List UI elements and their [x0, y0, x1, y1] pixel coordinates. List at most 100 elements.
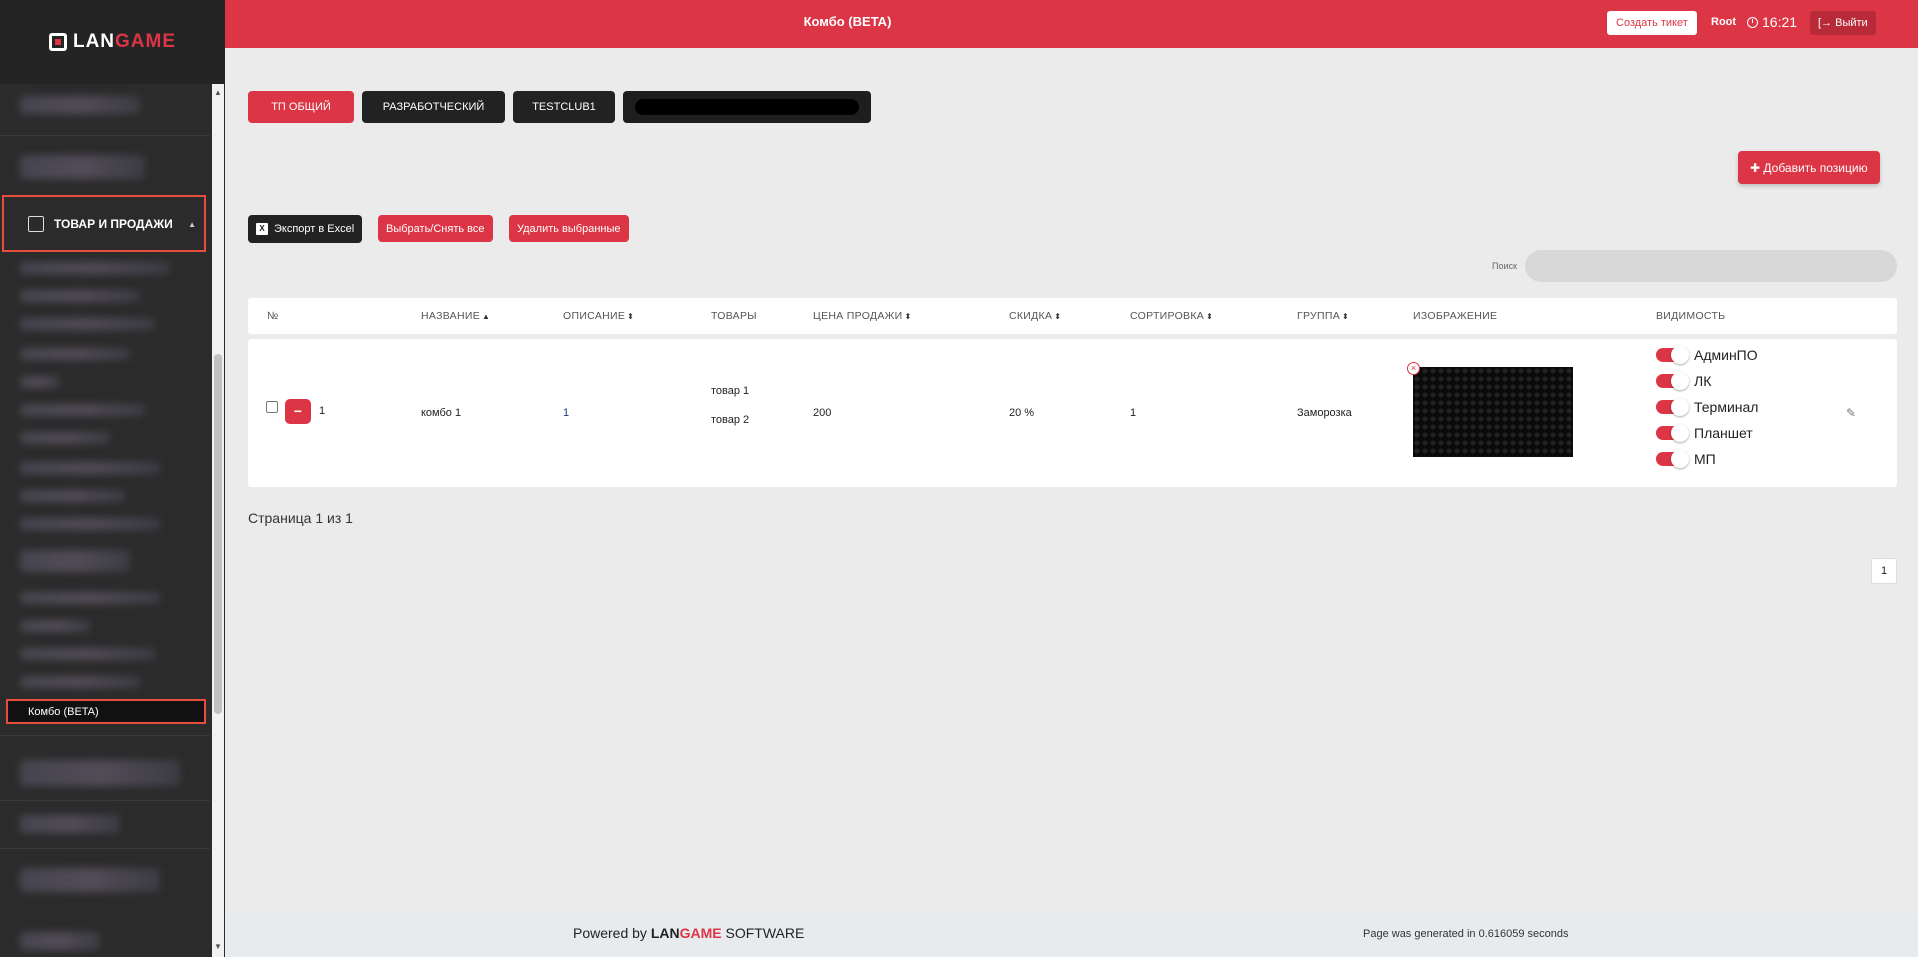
pagination-page-1[interactable]: 1 [1871, 558, 1897, 584]
row-group: Заморозка [1297, 407, 1352, 419]
excel-icon: X [256, 223, 268, 235]
column-name-label: НАЗВАНИЕ [421, 310, 481, 322]
select-all-button[interactable]: Выбрать/Снять все [378, 215, 493, 242]
logo-icon [48, 33, 67, 51]
visibility-toggle-terminal[interactable]: Терминал [1656, 398, 1759, 416]
edit-pencil-icon[interactable]: ✎ [1846, 406, 1856, 420]
footer-brand-game: GAME [679, 925, 722, 941]
row-product-1: товар 1 [711, 385, 750, 397]
footer-brand-lan: LAN [650, 925, 680, 941]
clock: 16:21 [1747, 14, 1797, 30]
visibility-toggle-lk[interactable]: ЛК [1656, 372, 1712, 390]
column-sort[interactable]: СОРТИРОВКА ⬍ [1130, 310, 1213, 322]
search-input[interactable] [1525, 250, 1897, 282]
visibility-label: Терминал [1694, 399, 1759, 415]
column-description[interactable]: ОПИСАНИЕ ⬍ [563, 310, 634, 322]
toggle-switch[interactable] [1656, 398, 1689, 416]
column-discount[interactable]: СКИДКА ⬍ [1009, 310, 1061, 322]
sidebar-item-blurred[interactable] [20, 932, 100, 950]
sort-icon: ⬍ [904, 312, 912, 321]
sidebar-item-blurred[interactable] [20, 155, 145, 179]
visibility-toggle-adminpo[interactable]: АдминПО [1656, 346, 1758, 364]
sidebar-item-blurred[interactable] [20, 96, 140, 114]
column-image: ИЗОБРАЖЕНИЕ [1413, 310, 1498, 322]
tab-developer[interactable]: РАЗРАБОТЧЕСКИЙ [362, 91, 505, 123]
visibility-toggle-tablet[interactable]: Планшет [1656, 424, 1753, 442]
export-excel-button[interactable]: X Экспорт в Excel [248, 215, 363, 243]
export-excel-label: Экспорт в Excel [274, 223, 355, 235]
toggle-switch[interactable] [1656, 424, 1689, 442]
sidebar-item-blurred[interactable] [20, 620, 90, 632]
sidebar-item-blurred[interactable] [20, 648, 155, 660]
toggle-switch[interactable] [1656, 450, 1689, 468]
remove-row-button[interactable]: − [285, 399, 311, 424]
row-product-2: товар 2 [711, 414, 750, 426]
column-name[interactable]: НАЗВАНИЕ ▲ [421, 310, 490, 322]
sidebar-item-blurred[interactable] [20, 290, 140, 302]
sidebar-item-blurred[interactable] [20, 462, 160, 474]
sidebar-item-blurred[interactable] [20, 490, 125, 502]
powered-by: Powered by LANGAME SOFTWARE [573, 925, 804, 941]
search-label: Поиск [1492, 261, 1517, 271]
toggle-switch[interactable] [1656, 372, 1689, 390]
sidebar-item-blurred[interactable] [20, 404, 145, 416]
sidebar-item-blurred[interactable] [20, 432, 110, 444]
sort-icon: ⬍ [1054, 312, 1062, 321]
visibility-label: Планшет [1694, 425, 1753, 441]
remove-image-icon[interactable]: × [1407, 362, 1420, 375]
row-number: 1 [319, 405, 326, 417]
footer-brand-software: SOFTWARE [725, 925, 805, 941]
scroll-down-icon[interactable]: ▼ [214, 942, 222, 951]
scroll-up-icon[interactable]: ▲ [214, 88, 222, 97]
sidebar-item-blurred[interactable] [20, 318, 155, 330]
visibility-toggle-mp[interactable]: МП [1656, 450, 1716, 468]
column-price-label: ЦЕНА ПРОДАЖИ [813, 310, 903, 322]
document-icon [28, 215, 44, 232]
sidebar-item-blurred[interactable] [20, 550, 130, 572]
column-sort-label: СОРТИРОВКА [1130, 310, 1205, 322]
visibility-label: ЛК [1694, 373, 1712, 389]
sidebar-item-combo[interactable]: Комбо (BETA) [6, 699, 206, 724]
column-visibility: ВИДИМОСТЬ [1656, 310, 1726, 322]
row-description: 1 [563, 407, 570, 419]
clock-icon [1747, 16, 1758, 28]
visibility-label: МП [1694, 451, 1716, 467]
sidebar-item-blurred[interactable] [20, 815, 120, 833]
sidebar-item-blurred[interactable] [20, 676, 140, 688]
sidebar-item-blurred[interactable] [20, 592, 160, 604]
combo-image [1413, 367, 1573, 457]
logout-button[interactable]: [→ Выйти [1810, 11, 1876, 35]
column-group[interactable]: ГРУППА ⬍ [1297, 310, 1349, 322]
sort-icon: ⬍ [627, 312, 635, 321]
app-logo[interactable]: LANGAME [0, 0, 225, 84]
column-discount-label: СКИДКА [1009, 310, 1053, 322]
caret-up-icon: ▲ [188, 220, 196, 229]
column-price[interactable]: ЦЕНА ПРОДАЖИ ⬍ [813, 310, 912, 322]
toggle-switch[interactable] [1656, 346, 1689, 364]
sidebar-item-blurred[interactable] [20, 760, 180, 786]
create-ticket-button[interactable]: Создать тикет [1607, 11, 1697, 35]
top-header: Комбо (BETA) Создать тикет Root 16:21 [→… [225, 0, 1918, 48]
sidebar-item-blurred[interactable] [20, 262, 170, 274]
sidebar-scrollbar[interactable]: ▲ ▼ [212, 84, 224, 957]
tab-testclub1[interactable]: TESTCLUB1 [513, 91, 615, 123]
sidebar-item-blurred[interactable] [20, 518, 160, 530]
column-products: ТОВАРЫ [711, 310, 757, 322]
tab-redacted[interactable] [623, 91, 871, 123]
sort-icon: ⬍ [1206, 312, 1214, 321]
sort-up-icon: ▲ [482, 312, 491, 321]
sidebar-item-blurred[interactable] [20, 376, 60, 388]
page-generated-time: Page was generated in 0.616059 seconds [1363, 928, 1569, 940]
tab-tp-general[interactable]: ТП ОБЩИЙ [248, 91, 354, 123]
delete-selected-button[interactable]: Удалить выбранные [509, 215, 629, 242]
powered-by-label: Powered by [573, 925, 647, 941]
row-checkbox[interactable] [266, 401, 278, 413]
sidebar-section-products-sales[interactable]: ТОВАР И ПРОДАЖИ ▲ [2, 195, 206, 252]
sidebar-scroll-thumb[interactable] [214, 354, 222, 714]
user-name[interactable]: Root [1711, 16, 1736, 28]
sidebar: LANGAME ТОВАР И ПРОДАЖИ ▲ Комбо (BETA) ▲… [0, 0, 225, 957]
sidebar-item-blurred[interactable] [20, 348, 130, 360]
row-price: 200 [813, 407, 832, 419]
sidebar-item-blurred[interactable] [20, 868, 160, 892]
add-position-button[interactable]: ✚ Добавить позицию [1738, 151, 1880, 184]
